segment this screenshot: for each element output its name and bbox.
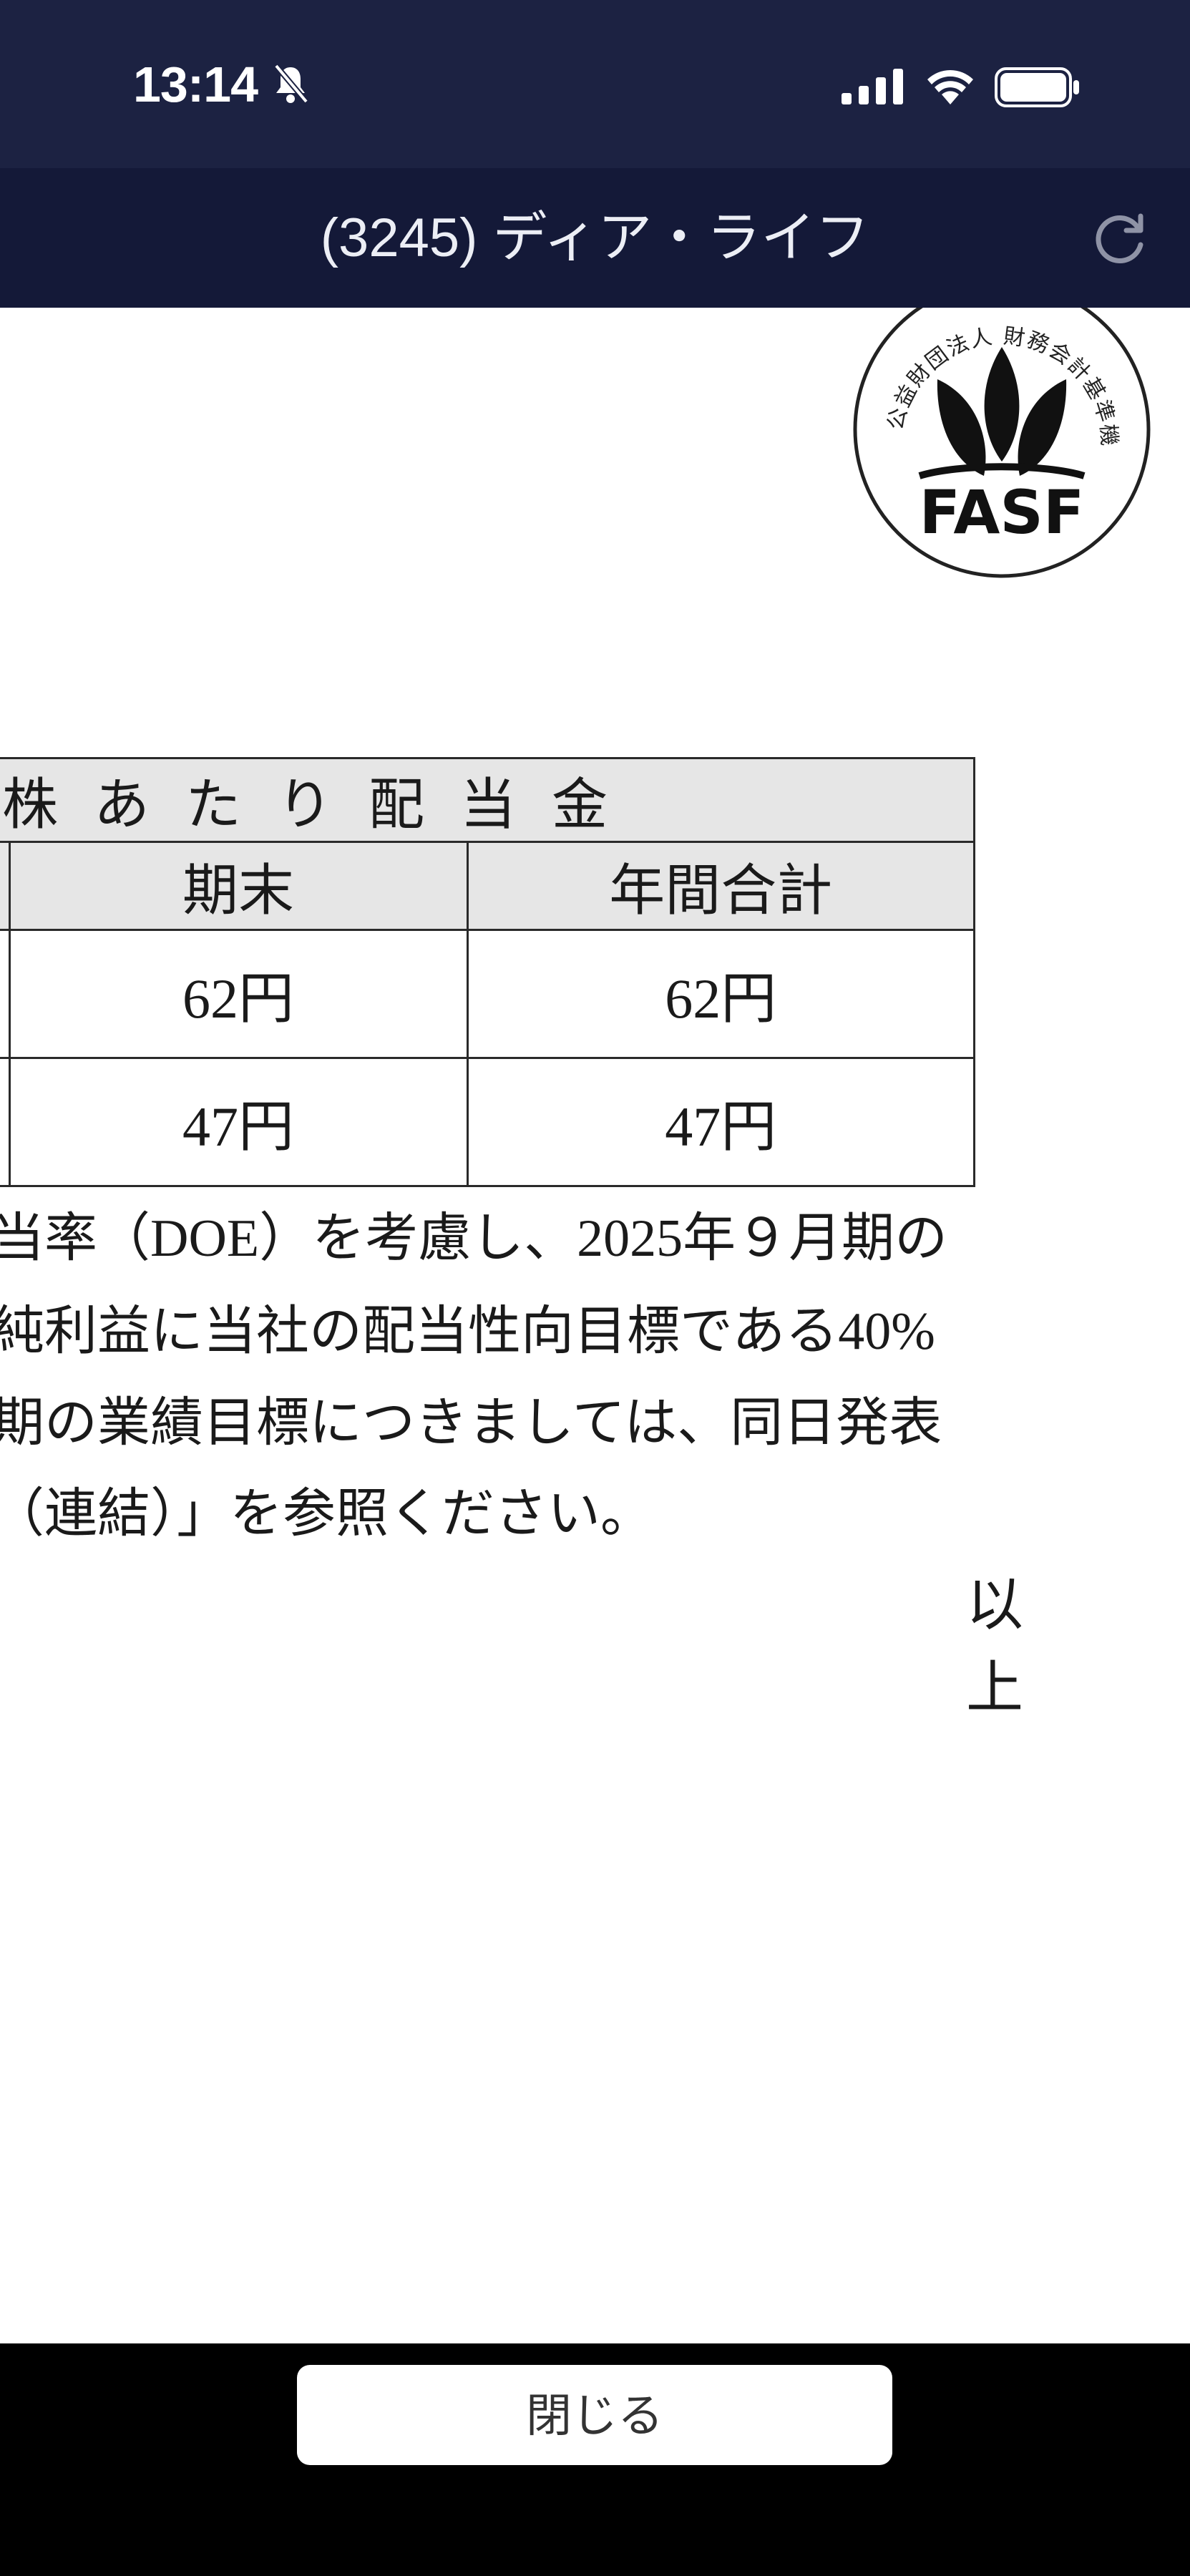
seal-logo-text: FASF (920, 477, 1085, 547)
wifi-icon (925, 67, 976, 108)
table-header-cell (0, 841, 11, 931)
reload-button[interactable] (1088, 208, 1152, 272)
table-header-cell: 期末 (8, 841, 469, 931)
paragraph-line: （連結）」を参照ください。 (0, 1485, 653, 1543)
close-button[interactable]: 閉じる (297, 2365, 892, 2465)
paragraph-line: 純利益に当社の配当性向目標である40% (0, 1302, 935, 1361)
paragraph-line: 期の業績目標につきましては、同日発表 (0, 1394, 942, 1453)
status-bar: 13:14 (0, 0, 1190, 168)
paragraph-line: 当率（DOE）を考慮し、2025年９月期の (0, 1209, 948, 1268)
table-row: 62円 62円 (0, 929, 975, 1059)
table-cell (0, 1057, 11, 1187)
table-row: 47円 47円 (0, 1057, 975, 1187)
title-bar: (3245) ディア・ライフ (0, 168, 1190, 308)
table-cell: 62円 (8, 929, 469, 1059)
table-cell: 62円 (466, 929, 975, 1059)
cellular-signal-icon (842, 69, 903, 108)
document-viewer[interactable]: 公益財団法人 財務会計基準機構 会員 FASF 株あたり配当金 期末 年間合計 … (0, 308, 1190, 2343)
table-cell: 47円 (466, 1057, 975, 1187)
fasf-seal-logo: 公益財団法人 財務会計基準機構 会員 FASF (840, 308, 1152, 583)
table-title: 株あたり配当金 (0, 757, 975, 843)
dividend-table: 株あたり配当金 期末 年間合計 62円 62円 47円 47円 (0, 757, 975, 1187)
table-cell: 47円 (8, 1057, 469, 1187)
closing-text: 以上 (966, 1574, 1088, 1720)
battery-icon (995, 67, 1081, 111)
bell-slash-icon (270, 63, 311, 109)
reload-icon (1096, 213, 1143, 263)
page-title: (3245) ディア・ライフ (320, 208, 870, 268)
table-header-cell: 年間合計 (466, 841, 975, 931)
status-time: 13:14 (133, 57, 258, 112)
table-cell (0, 929, 11, 1059)
